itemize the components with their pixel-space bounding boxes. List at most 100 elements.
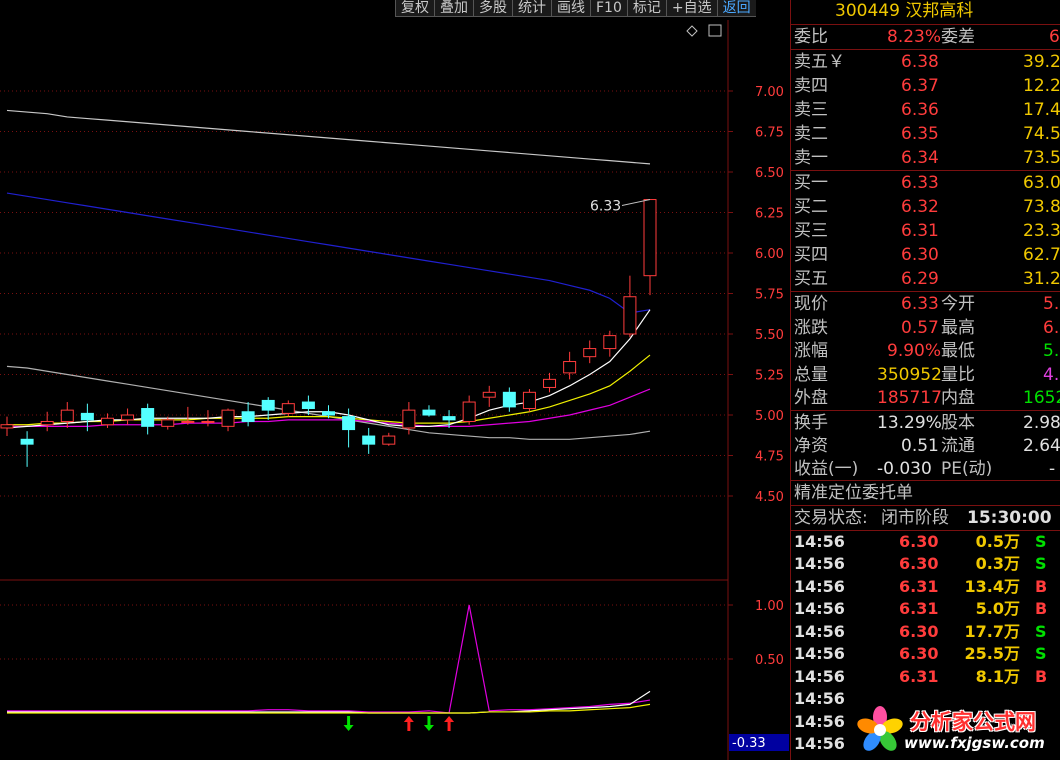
price-tick-label: 7.00 bbox=[755, 85, 784, 100]
candle-body bbox=[141, 408, 155, 427]
tick-volume: 0.3万 bbox=[975, 554, 1020, 574]
tick-side: B bbox=[1035, 576, 1048, 596]
bids-row[interactable]: 买一 6.33 63.0 bbox=[791, 171, 1060, 195]
bids-volume: 23.3 bbox=[1023, 221, 1060, 241]
tick-price: 6.31 bbox=[899, 576, 939, 596]
bids-row[interactable]: 买五 6.29 31.2 bbox=[791, 267, 1060, 291]
order-diff-value: 6 bbox=[1049, 27, 1060, 47]
candle-body bbox=[543, 378, 557, 388]
candle-body bbox=[342, 416, 356, 431]
tick-volume: 8.1万 bbox=[975, 666, 1020, 686]
toolbar-button-3[interactable]: 统计 bbox=[512, 0, 551, 17]
asks-row[interactable]: 卖五￥ 6.38 39.2 bbox=[791, 50, 1060, 74]
tick-volume: 13.4万 bbox=[964, 576, 1020, 596]
chart-area[interactable]: 7.00 6.75 6.50 6.25 6.00 5.75 5.50 5.25 5.00 4.75… bbox=[0, 0, 790, 760]
bids-price: 6.29 bbox=[901, 269, 939, 289]
sub-value-label: -0.33 bbox=[732, 736, 766, 751]
candle-body bbox=[40, 420, 54, 426]
fundamentals: 换手 13.29% 股本 2.98 净资 0.51 流通 2.64 收益(一) -0.030 PE(… bbox=[791, 411, 1060, 480]
fundamental-label-2: 流通 bbox=[941, 435, 975, 456]
diamond-icon bbox=[686, 25, 698, 37]
tick-side: S bbox=[1035, 644, 1047, 664]
fundamental-value-2: - bbox=[1049, 458, 1056, 479]
toolbar-button-6[interactable]: 标记 bbox=[626, 0, 666, 17]
candle-body bbox=[201, 420, 215, 423]
quote-row: 涨幅 9.90% 最低 5. bbox=[791, 339, 1060, 363]
price-high-label: 6.33 bbox=[590, 199, 621, 215]
toolbar-button-8[interactable]: 返回 bbox=[716, 0, 756, 17]
order-ratio-row: 委比 8.23% 委差 6 bbox=[791, 25, 1060, 49]
quote-value-2: 5. bbox=[1043, 294, 1060, 314]
candle-body bbox=[583, 348, 597, 358]
candle-body bbox=[643, 199, 657, 277]
tick-price: 6.30 bbox=[899, 531, 939, 551]
tick-side: B bbox=[1035, 599, 1048, 619]
candle-body bbox=[100, 417, 114, 426]
sub-tick-label: 1.00 bbox=[755, 599, 784, 614]
tick-price: 6.30 bbox=[899, 644, 939, 664]
tick-time: 14:56 bbox=[794, 689, 845, 709]
trade-status-time: 15:30:00 bbox=[967, 507, 1052, 528]
toolbar-button-1[interactable]: 叠加 bbox=[434, 0, 473, 17]
fundamental-value-2: 2.64 bbox=[1023, 435, 1060, 456]
bids-row[interactable]: 买四 6.30 62.7 bbox=[791, 243, 1060, 267]
bids-row[interactable]: 买二 6.32 73.8 bbox=[791, 195, 1060, 219]
fundamental-label: 换手 bbox=[794, 412, 828, 433]
trade-status-value: 闭市阶段 bbox=[881, 507, 949, 528]
tick-time: 14:56 bbox=[794, 644, 845, 664]
tick-price: 6.30 bbox=[899, 621, 939, 641]
fundamental-row: 换手 13.29% 股本 2.98 bbox=[791, 411, 1060, 434]
precise-order-title[interactable]: 精准定位委托单 bbox=[794, 481, 913, 505]
candle-body bbox=[382, 435, 396, 445]
toolbar-button-7[interactable]: +自选 bbox=[665, 0, 717, 17]
asks-row[interactable]: 卖二 6.35 74.5 bbox=[791, 122, 1060, 146]
asks-label: 卖二 bbox=[794, 124, 828, 144]
quote-value: 0.57 bbox=[901, 317, 939, 338]
bids-label: 买二 bbox=[794, 197, 828, 217]
tick-side: S bbox=[1035, 554, 1047, 574]
precise-order-title-row[interactable]: 精准定位委托单 bbox=[791, 481, 1060, 505]
price-tick-label: 4.50 bbox=[755, 490, 784, 505]
kline-chart[interactable]: 7.00 6.75 6.50 6.25 6.00 5.75 5.50 5.25 5.00 4.75… bbox=[0, 0, 790, 760]
sub-series-line bbox=[7, 690, 651, 714]
candle-body bbox=[322, 411, 335, 416]
asks-price: 6.36 bbox=[901, 100, 939, 120]
stock-header: 300449 汉邦高科 bbox=[791, 0, 1060, 25]
quote-value-2: 4. bbox=[1043, 364, 1060, 385]
quote-label: 涨幅 bbox=[794, 341, 828, 362]
tick-side: B bbox=[1035, 666, 1048, 686]
price-tick-label: 6.25 bbox=[755, 207, 784, 222]
toolbar-button-4[interactable]: 画线 bbox=[551, 0, 590, 17]
bids-row[interactable]: 买三 6.31 23.3 bbox=[791, 219, 1060, 243]
asks-label: 卖三 bbox=[794, 100, 828, 120]
asks-price: 6.34 bbox=[901, 148, 939, 168]
sub-tick-label: 0.50 bbox=[755, 653, 784, 668]
tick-time: 14:56 bbox=[794, 711, 845, 731]
candle-body bbox=[402, 409, 416, 429]
candle-body bbox=[161, 419, 175, 427]
price-tick-label: 5.00 bbox=[755, 409, 784, 424]
toolbar-button-0[interactable]: 复权 bbox=[395, 0, 434, 17]
tick-time: 14:56 bbox=[794, 576, 845, 596]
arrow-up-icon bbox=[403, 716, 414, 731]
candle-body bbox=[442, 416, 456, 421]
tick-time: 14:56 bbox=[794, 531, 845, 551]
tick-volume: 17.7万 bbox=[964, 621, 1020, 641]
toolbar-button-5[interactable]: F10 bbox=[590, 0, 627, 17]
arrow-down-icon bbox=[343, 716, 354, 731]
tick-price: 6.31 bbox=[899, 666, 939, 686]
tick-time: 14:56 bbox=[794, 621, 845, 641]
quote-label-2: 内盘 bbox=[941, 388, 975, 409]
candle-body bbox=[301, 401, 315, 410]
candle-body bbox=[281, 403, 295, 414]
asks-row[interactable]: 卖三 6.36 17.4 bbox=[791, 98, 1060, 122]
bids-label: 买三 bbox=[794, 221, 828, 241]
fundamental-row: 收益(一) -0.030 PE(动) - bbox=[791, 457, 1060, 480]
price-tick-label: 5.50 bbox=[755, 328, 784, 343]
asks-row[interactable]: 卖四 6.37 12.2 bbox=[791, 74, 1060, 98]
candle-body bbox=[60, 409, 74, 422]
asks-row[interactable]: 卖一 6.34 73.5 bbox=[791, 146, 1060, 170]
price-tick-label: 6.00 bbox=[755, 247, 784, 262]
quote-label: 总量 bbox=[794, 364, 828, 385]
toolbar-button-2[interactable]: 多股 bbox=[473, 0, 512, 17]
